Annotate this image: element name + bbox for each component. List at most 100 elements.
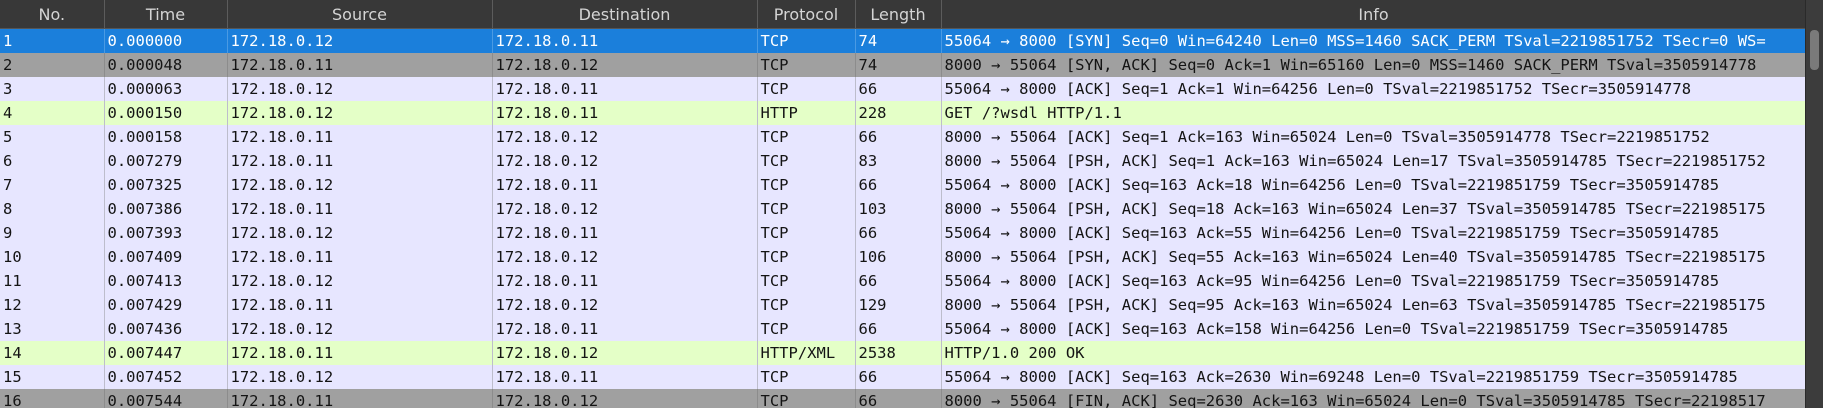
column-header-time[interactable]: Time (104, 0, 228, 29)
packet-row[interactable]: 4 0.000150 172.18.0.12 172.18.0.11 HTTP 228 GE… (0, 101, 1807, 125)
packet-source: 172.18.0.12 (227, 173, 493, 197)
packet-table: No. Time Source Destination Protocol Len… (0, 0, 1807, 408)
packet-row[interactable]: 10 0.007409 172.18.0.11 172.18.0.12 TCP 106 80… (0, 245, 1807, 269)
column-header-length[interactable]: Length (855, 0, 942, 29)
packet-number: 16 (0, 389, 105, 408)
packet-protocol: TCP (757, 149, 856, 173)
packet-source: 172.18.0.11 (227, 341, 493, 365)
packet-time: 0.000000 (104, 28, 228, 53)
packet-protocol: HTTP (757, 101, 856, 125)
packet-info: 55064 → 8000 [ACK] Seq=163 Ack=2630 Win=… (941, 365, 1807, 389)
packet-destination: 172.18.0.11 (492, 317, 758, 341)
packet-protocol: TCP (757, 317, 856, 341)
packet-protocol: TCP (757, 173, 856, 197)
packet-row[interactable]: 9 0.007393 172.18.0.12 172.18.0.11 TCP 66 5506… (0, 221, 1807, 245)
packet-row[interactable]: 13 0.007436 172.18.0.12 172.18.0.11 TCP 66 550… (0, 317, 1807, 341)
packet-length: 66 (855, 269, 942, 293)
packet-row[interactable]: 15 0.007452 172.18.0.12 172.18.0.11 TCP 66 550… (0, 365, 1807, 389)
packet-source: 172.18.0.12 (227, 221, 493, 245)
packet-time: 0.000158 (104, 125, 228, 149)
packet-row[interactable]: 2 0.000048 172.18.0.11 172.18.0.12 TCP 74 8000… (0, 53, 1807, 77)
packet-info: 55064 → 8000 [ACK] Seq=1 Ack=1 Win=64256… (941, 77, 1807, 101)
packet-number: 12 (0, 293, 105, 317)
packet-row[interactable]: 11 0.007413 172.18.0.12 172.18.0.11 TCP 66 550… (0, 269, 1807, 293)
column-header-info[interactable]: Info (941, 0, 1807, 29)
packet-time: 0.000048 (104, 53, 228, 77)
packet-row[interactable]: 3 0.000063 172.18.0.12 172.18.0.11 TCP 66 5506… (0, 77, 1807, 101)
packet-source: 172.18.0.12 (227, 365, 493, 389)
column-header-protocol[interactable]: Protocol (757, 0, 856, 29)
packet-source: 172.18.0.11 (227, 389, 493, 408)
packet-info: 55064 → 8000 [ACK] Seq=163 Ack=95 Win=64… (941, 269, 1807, 293)
packet-protocol: TCP (757, 125, 856, 149)
packet-destination: 172.18.0.12 (492, 125, 758, 149)
packet-time: 0.007325 (104, 173, 228, 197)
packet-destination: 172.18.0.11 (492, 28, 758, 53)
packet-source: 172.18.0.12 (227, 28, 493, 53)
packet-protocol: TCP (757, 269, 856, 293)
packet-protocol: TCP (757, 245, 856, 269)
packet-source: 172.18.0.11 (227, 149, 493, 173)
packet-length: 66 (855, 173, 942, 197)
packet-protocol: TCP (757, 221, 856, 245)
packet-destination: 172.18.0.11 (492, 221, 758, 245)
packet-source: 172.18.0.11 (227, 245, 493, 269)
packet-destination: 172.18.0.11 (492, 365, 758, 389)
packet-number: 15 (0, 365, 105, 389)
packet-destination: 172.18.0.12 (492, 389, 758, 408)
packet-list[interactable]: No. Time Source Destination Protocol Len… (0, 0, 1823, 408)
packet-number: 10 (0, 245, 105, 269)
column-header-no[interactable]: No. (0, 0, 105, 29)
packet-length: 74 (855, 53, 942, 77)
packet-length: 2538 (855, 341, 942, 365)
column-header-source[interactable]: Source (227, 0, 493, 29)
packet-length: 103 (855, 197, 942, 221)
packet-row[interactable]: 8 0.007386 172.18.0.11 172.18.0.12 TCP 103 800… (0, 197, 1807, 221)
packet-number: 5 (0, 125, 105, 149)
packet-number: 3 (0, 77, 105, 101)
packet-row[interactable]: 12 0.007429 172.18.0.11 172.18.0.12 TCP 129 80… (0, 293, 1807, 317)
packet-row[interactable]: 14 0.007447 172.18.0.11 172.18.0.12 HTTP/XML… (0, 341, 1807, 365)
packet-number: 8 (0, 197, 105, 221)
column-header-destination[interactable]: Destination (492, 0, 758, 29)
packet-row[interactable]: 6 0.007279 172.18.0.11 172.18.0.12 TCP 83 8000… (0, 149, 1807, 173)
packet-source: 172.18.0.12 (227, 77, 493, 101)
vertical-scrollbar[interactable] (1805, 0, 1823, 408)
packet-length: 83 (855, 149, 942, 173)
packet-destination: 172.18.0.11 (492, 101, 758, 125)
packet-destination: 172.18.0.12 (492, 245, 758, 269)
packet-destination: 172.18.0.12 (492, 197, 758, 221)
packet-row[interactable]: 1 0.000000 172.18.0.12 172.18.0.11 TCP 74 5506… (0, 28, 1807, 53)
packet-number: 9 (0, 221, 105, 245)
packet-row[interactable]: 16 0.007544 172.18.0.11 172.18.0.12 TCP 66 800… (0, 389, 1807, 408)
packet-time: 0.007452 (104, 365, 228, 389)
scrollbar-thumb[interactable] (1810, 30, 1819, 70)
packet-time: 0.007393 (104, 221, 228, 245)
packet-source: 172.18.0.11 (227, 293, 493, 317)
packet-number: 14 (0, 341, 105, 365)
packet-time: 0.007447 (104, 341, 228, 365)
packet-length: 66 (855, 77, 942, 101)
packet-length: 106 (855, 245, 942, 269)
packet-source: 172.18.0.12 (227, 269, 493, 293)
packet-destination: 172.18.0.11 (492, 269, 758, 293)
packet-time: 0.007279 (104, 149, 228, 173)
packet-protocol: TCP (757, 293, 856, 317)
packet-number: 7 (0, 173, 105, 197)
packet-protocol: TCP (757, 365, 856, 389)
packet-info: 55064 → 8000 [ACK] Seq=163 Ack=158 Win=6… (941, 317, 1807, 341)
packet-row[interactable]: 7 0.007325 172.18.0.12 172.18.0.11 TCP 66 5506… (0, 173, 1807, 197)
packet-destination: 172.18.0.11 (492, 77, 758, 101)
packet-length: 66 (855, 221, 942, 245)
packet-protocol: TCP (757, 28, 856, 53)
packet-info: 55064 → 8000 [ACK] Seq=163 Ack=18 Win=64… (941, 173, 1807, 197)
packet-info: 8000 → 55064 [PSH, ACK] Seq=55 Ack=163 W… (941, 245, 1807, 269)
packet-time: 0.007544 (104, 389, 228, 408)
packet-time: 0.007409 (104, 245, 228, 269)
packet-info: 8000 → 55064 [ACK] Seq=1 Ack=163 Win=650… (941, 125, 1807, 149)
packet-row[interactable]: 5 0.000158 172.18.0.11 172.18.0.12 TCP 66 8000… (0, 125, 1807, 149)
packet-length: 66 (855, 365, 942, 389)
packet-info: 8000 → 55064 [PSH, ACK] Seq=95 Ack=163 W… (941, 293, 1807, 317)
packet-destination: 172.18.0.12 (492, 341, 758, 365)
packet-time: 0.000150 (104, 101, 228, 125)
